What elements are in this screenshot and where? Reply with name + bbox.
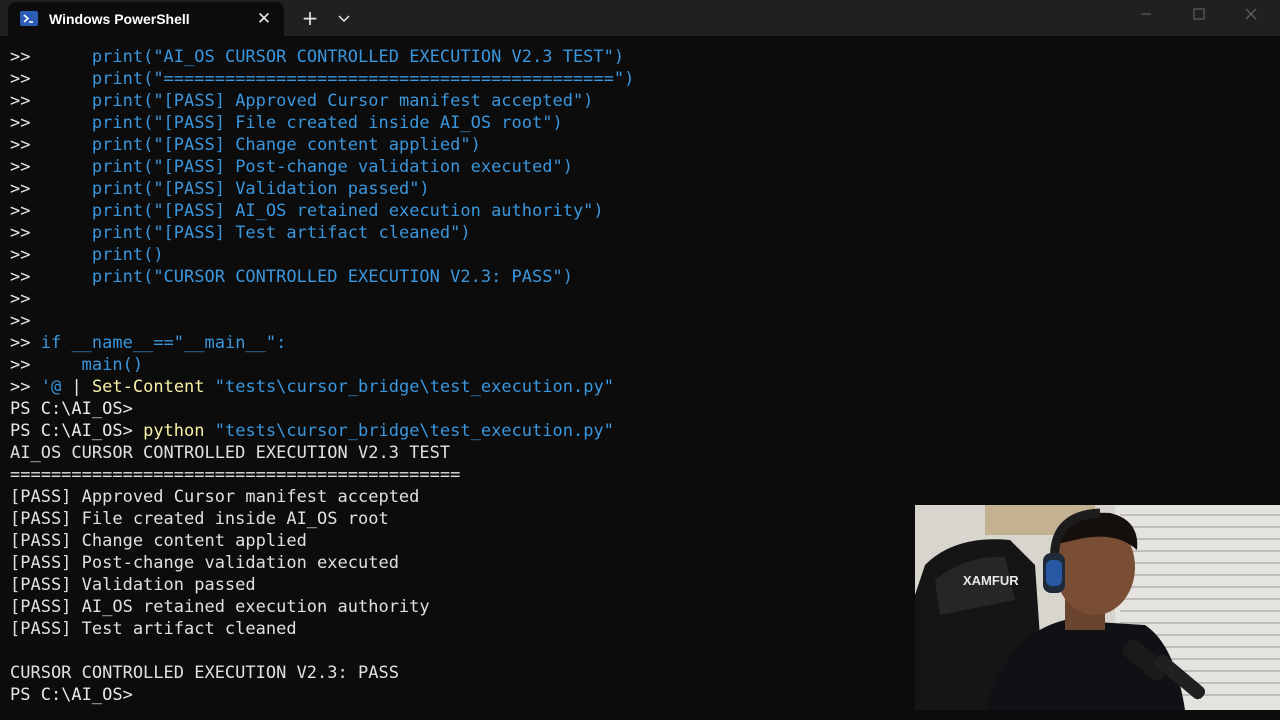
output-line: [PASS] Test artifact cleaned [10, 619, 297, 639]
output-line: AI_OS CURSOR CONTROLLED EXECUTION V2.3 T… [10, 443, 451, 463]
terminal-line: >> if __name__=="__main__": [10, 333, 287, 353]
terminal-line: >> print("[PASS] Change content applied"… [10, 135, 481, 155]
terminal-line: >> main() [10, 355, 144, 375]
terminal-line: >> print("AI_OS CURSOR CONTROLLED EXECUT… [10, 47, 625, 67]
terminal-line: >> print("==============================… [10, 69, 635, 89]
terminal-line: >> [10, 289, 31, 309]
output-line: [PASS] Approved Cursor manifest accepted [10, 487, 420, 507]
powershell-icon [20, 11, 38, 26]
terminal-line: >> print("[PASS] Test artifact cleaned") [10, 223, 471, 243]
tab-title: Windows PowerShell [49, 11, 190, 27]
chair-brand-text: XAMFUR [963, 573, 1019, 588]
output-line: [PASS] AI_OS retained execution authorit… [10, 597, 430, 617]
terminal-line: >> print("[PASS] Validation passed") [10, 179, 430, 199]
terminal-line: >> print("[PASS] File created inside AI_… [10, 113, 563, 133]
title-bar: Windows PowerShell ✕ + [0, 0, 1280, 36]
output-line: CURSOR CONTROLLED EXECUTION V2.3: PASS [10, 663, 399, 683]
new-tab-plus-icon[interactable]: + [298, 6, 322, 30]
tab-windows-powershell[interactable]: Windows PowerShell ✕ [8, 2, 284, 36]
close-tab-icon[interactable]: ✕ [252, 7, 276, 31]
output-line: [PASS] Post-change validation executed [10, 553, 399, 573]
final-prompt-line: PS C:\AI_OS> [10, 685, 133, 705]
terminal-line: >> print("[PASS] AI_OS retained executio… [10, 201, 604, 221]
terminal-line: >> print("[PASS] Post-change validation … [10, 157, 573, 177]
python-command-line: PS C:\AI_OS> python "tests\cursor_bridge… [10, 421, 614, 441]
minimize-icon[interactable] [1120, 0, 1172, 32]
prompt-line: PS C:\AI_OS> [10, 399, 133, 419]
terminal-line: >> [10, 311, 31, 331]
maximize-icon[interactable] [1172, 0, 1224, 32]
webcam-person-image: XAMFUR [915, 505, 1280, 710]
webcam-overlay: XAMFUR [915, 505, 1280, 710]
terminal-line: >> print("CURSOR CONTROLLED EXECUTION V2… [10, 267, 573, 287]
terminal-line: >> print() [10, 245, 164, 265]
terminal-line: >> print("[PASS] Approved Cursor manifes… [10, 91, 594, 111]
set-content-command-line: >> '@ | Set-Content "tests\cursor_bridge… [10, 377, 614, 397]
output-line: [PASS] Change content applied [10, 531, 307, 551]
output-line: ========================================… [10, 465, 461, 485]
chevron-down-icon[interactable] [332, 6, 356, 30]
output-line: [PASS] File created inside AI_OS root [10, 509, 389, 529]
close-window-icon[interactable] [1224, 0, 1276, 32]
output-line: [PASS] Validation passed [10, 575, 256, 595]
